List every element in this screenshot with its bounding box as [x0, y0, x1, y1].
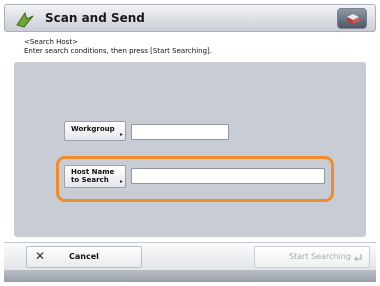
instruction-text: Enter search conditions, then press [Sta… [24, 47, 212, 55]
focus-highlight [56, 156, 334, 202]
enter-icon [354, 254, 362, 262]
workgroup-label: Workgroup [71, 125, 115, 133]
workgroup-button[interactable]: Workgroup ▸ [64, 121, 126, 141]
screen-heading: <Search Host> [24, 38, 78, 46]
cancel-label: Cancel [69, 252, 99, 261]
instructions: <Search Host> Enter search conditions, t… [24, 38, 212, 56]
footer-strip [4, 270, 376, 282]
arrow-right-icon: ▸ [119, 131, 123, 138]
search-panel [14, 62, 366, 237]
status-monitor-button[interactable] [337, 8, 367, 29]
status-monitor-icon [347, 14, 359, 24]
cancel-button[interactable]: ✕ Cancel [26, 246, 142, 268]
start-searching-label: Start Searching [289, 252, 351, 261]
close-icon: ✕ [35, 249, 46, 263]
bottom-bar: ✕ Cancel Start Searching [4, 242, 376, 270]
start-searching-button[interactable]: Start Searching [254, 246, 370, 268]
scan-send-icon [16, 11, 34, 28]
app-title: Scan and Send [45, 11, 145, 25]
title-bar: Scan and Send [4, 4, 376, 32]
workgroup-input[interactable] [131, 124, 229, 140]
